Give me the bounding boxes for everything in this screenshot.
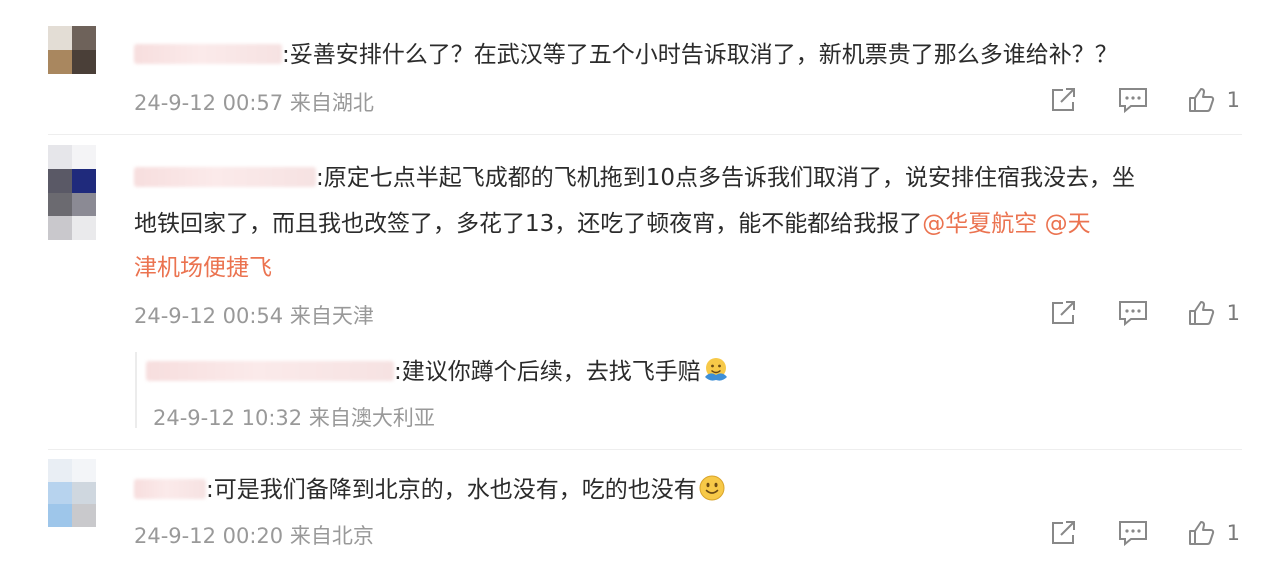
blurred-username[interactable] (134, 478, 206, 499)
mention-link[interactable]: 津机场便捷飞 (134, 255, 272, 281)
comment-meta: 24-9-12 00:57 来自湖北 (134, 91, 374, 115)
share-icon (1051, 88, 1075, 111)
comment-text-line-3: 津机场便捷飞 (134, 248, 272, 289)
comment-actions: 1 (1011, 299, 1240, 327)
reply-text: :建议你蹲个后续，去找飞手赔 (146, 352, 731, 393)
like-button[interactable]: 1 (1187, 519, 1240, 547)
like-button[interactable]: 1 (1187, 299, 1240, 327)
like-button[interactable]: 1 (1187, 86, 1240, 114)
avatar[interactable] (48, 26, 96, 74)
like-count: 1 (1226, 521, 1240, 545)
thumbs-up-icon (1188, 88, 1214, 112)
divider (48, 134, 1242, 135)
avatar[interactable] (48, 459, 96, 527)
share-button[interactable] (1049, 519, 1079, 547)
comment-icon (1118, 301, 1147, 327)
comment-text-line-1: :原定七点半起飞成都的飞机拖到10点多告诉我们取消了，说安排住宿我没去，坐 (134, 158, 1135, 199)
like-count: 1 (1226, 301, 1240, 325)
divider (48, 449, 1242, 450)
comment-button[interactable] (1117, 86, 1149, 114)
thumbs-up-icon (1188, 301, 1214, 325)
share-button[interactable] (1049, 86, 1079, 114)
blurred-username[interactable] (134, 43, 282, 64)
like-count: 1 (1226, 88, 1240, 112)
blurred-username[interactable] (134, 166, 316, 187)
hug-emoji-icon (704, 357, 727, 381)
share-icon (1051, 301, 1075, 324)
blurred-username[interactable] (146, 360, 394, 381)
comment-text: :可是我们备降到北京的，水也没有，吃的也没有 (134, 470, 727, 511)
comment-button[interactable] (1117, 299, 1149, 327)
mention-link[interactable]: @华夏航空 (922, 211, 1037, 237)
avatar[interactable] (48, 145, 96, 240)
mention-link[interactable]: @天 (1045, 211, 1091, 237)
comment-meta: 24-9-12 00:20 来自北京 (134, 524, 374, 548)
comment-meta: 24-9-12 00:54 来自天津 (134, 304, 374, 328)
comment-text: :妥善安排什么了？在武汉等了五个小时告诉取消了，新机票贵了那么多谁给补？？ (134, 35, 1118, 76)
reply-thread-line (135, 352, 137, 428)
comment-actions: 1 (1011, 519, 1240, 547)
comment-icon (1118, 88, 1147, 114)
share-icon (1051, 521, 1075, 544)
comment-button[interactable] (1117, 519, 1149, 547)
reply-meta: 24-9-12 10:32 来自澳大利亚 (153, 406, 435, 430)
comment-text-line-2: 地铁回家了，而且我也改签了，多花了13，还吃了顿夜宵，能不能都给我报了@华夏航空… (134, 211, 1091, 237)
thumbs-up-icon (1188, 521, 1214, 545)
smile-emoji-icon (699, 475, 725, 500)
share-button[interactable] (1049, 299, 1079, 327)
comment-actions: 1 (1011, 86, 1240, 114)
comment-icon (1118, 521, 1147, 547)
